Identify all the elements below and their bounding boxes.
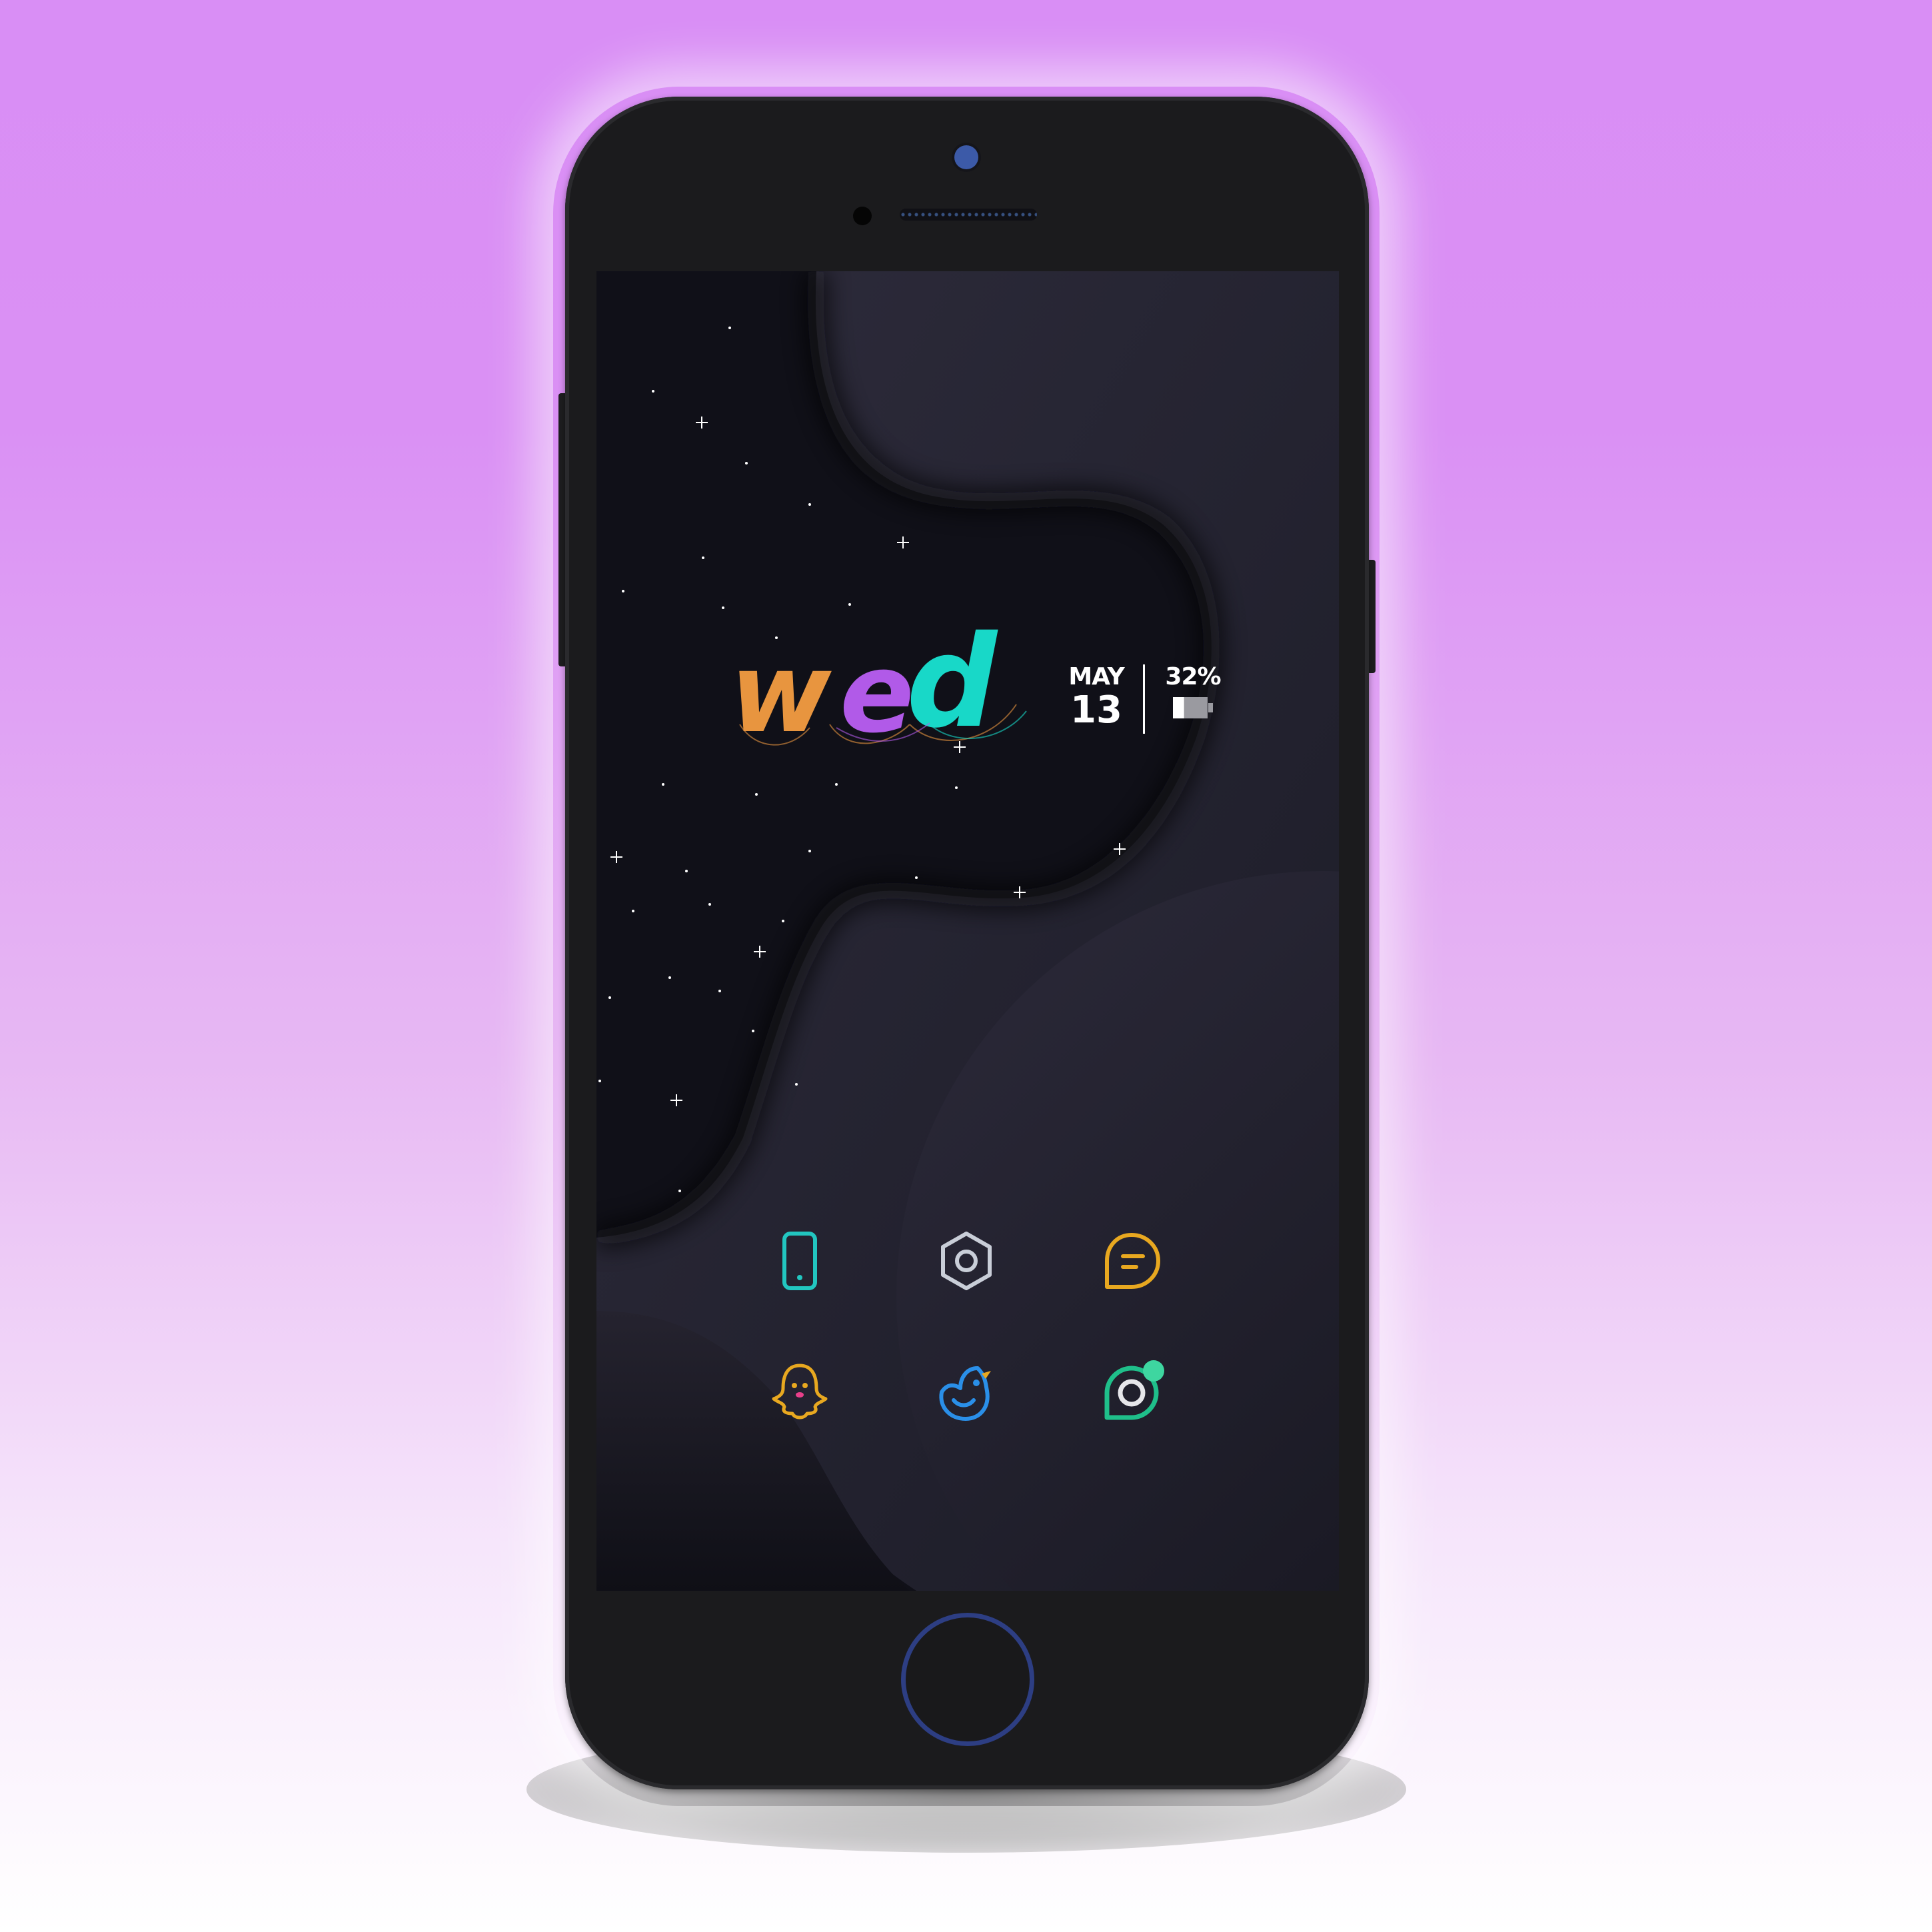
battery-percent: 32%: [1165, 663, 1221, 690]
home-screen: w e d MAY 13 32%: [596, 271, 1339, 1591]
ghost-icon[interactable]: [763, 1356, 836, 1430]
date-month: MAY: [1068, 663, 1124, 690]
earpiece-speaker: [900, 209, 1037, 221]
phone-icon[interactable]: [763, 1224, 836, 1298]
proximity-sensor: [853, 207, 872, 225]
battery-widget[interactable]: 32%: [1153, 663, 1233, 724]
settings-gear-icon[interactable]: [930, 1224, 1003, 1298]
home-button[interactable]: [901, 1613, 1034, 1746]
day-letter-w: w: [730, 629, 832, 757]
day-letter-d: d: [906, 611, 998, 756]
date-day: 13: [1070, 688, 1122, 732]
bird-icon[interactable]: [930, 1356, 1003, 1430]
widget-divider: [1143, 664, 1145, 734]
camera-lens-icon[interactable]: [1095, 1356, 1168, 1430]
day-of-week-widget[interactable]: w e d: [730, 611, 1036, 771]
date-widget[interactable]: MAY 13: [1056, 663, 1136, 730]
battery-icon: [1173, 697, 1213, 718]
chat-bubble-icon[interactable]: [1095, 1224, 1168, 1298]
front-camera-icon: [954, 145, 978, 169]
